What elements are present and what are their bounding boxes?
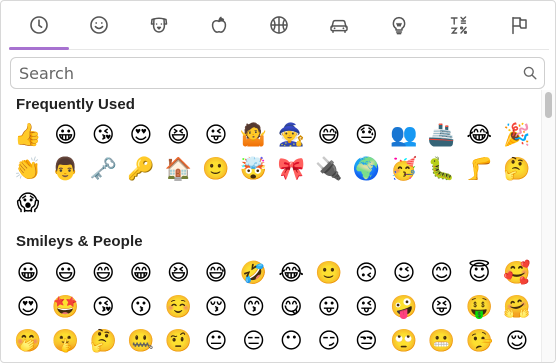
clock-icon [30, 16, 48, 34]
emoji-button[interactable]: 🤨 [160, 324, 196, 360]
emoji-button[interactable]: 🤔 [499, 152, 535, 188]
emoji-button[interactable]: 😆 [160, 256, 196, 292]
emoji-button[interactable]: 🤣 [236, 256, 272, 292]
emoji-button[interactable]: 😂 [461, 118, 497, 154]
emoji-button[interactable]: 🤔 [85, 324, 121, 360]
emoji-button[interactable]: 😇 [461, 256, 497, 292]
emoji-button[interactable]: 🤩 [48, 290, 84, 326]
emoji-button[interactable]: 😌 [499, 324, 535, 360]
tab-food[interactable] [189, 1, 249, 49]
emoji-button[interactable]: 😐 [198, 324, 234, 360]
apple-icon [211, 16, 227, 33]
emoji-button[interactable]: 😀 [48, 118, 84, 154]
emoji-button[interactable]: 😝 [424, 290, 460, 326]
emoji-button[interactable]: 😗 [123, 290, 159, 326]
emoji-button[interactable]: 🤑 [461, 290, 497, 326]
emoji-button[interactable]: 🥰 [499, 256, 535, 292]
emoji-button[interactable]: 😀 [10, 256, 46, 292]
emoji-button[interactable]: 🧙 [273, 118, 309, 154]
emoji-button[interactable]: 🙂 [311, 256, 347, 292]
emoji-button[interactable]: 🤷 [236, 118, 272, 154]
emoji-button[interactable]: 🙄 [386, 324, 422, 360]
emoji-button[interactable]: 😆 [160, 118, 196, 154]
emoji-button[interactable]: 😚 [198, 290, 234, 326]
emoji-button[interactable]: 🔌 [311, 152, 347, 188]
emoji-button[interactable]: 😜 [198, 118, 234, 154]
emoji-button[interactable]: 😄 [85, 256, 121, 292]
emoji-button[interactable]: 😶 [273, 324, 309, 360]
emoji-picker: Frequently Used 👍😀😘😍😆😜🤷🧙😅😓👥🚢😂🎉👏👨🗝️🔑🏠🙂🤯🎀🔌… [0, 0, 556, 363]
search-input[interactable] [19, 63, 509, 83]
emoji-button[interactable]: 🚢 [424, 118, 460, 154]
emoji-button[interactable]: 👥 [386, 118, 422, 154]
emoji-button[interactable]: 🎀 [273, 152, 309, 188]
emoji-button[interactable]: 😘 [85, 290, 121, 326]
emoji-button[interactable]: 😃 [48, 256, 84, 292]
emoji-button[interactable]: 🔑 [123, 152, 159, 188]
tab-recent[interactable] [9, 1, 69, 50]
tab-animals[interactable] [129, 1, 189, 49]
emoji-button[interactable]: 😍 [10, 290, 46, 326]
tab-smileys[interactable] [69, 1, 129, 49]
tab-activity[interactable] [249, 1, 309, 49]
emoji-button[interactable]: 🤥 [461, 324, 497, 360]
emoji-button[interactable]: 😉 [386, 256, 422, 292]
tab-flags[interactable] [489, 1, 549, 49]
emoji-button[interactable]: 😁 [123, 256, 159, 292]
scrollbar[interactable] [541, 90, 555, 362]
emoji-button[interactable]: 🤪 [386, 290, 422, 326]
emoji-button[interactable]: 👨 [48, 152, 84, 188]
emoji-button[interactable]: 😅 [311, 118, 347, 154]
emoji-button[interactable]: 🌍 [348, 152, 384, 188]
category-tabs [9, 1, 549, 50]
emoji-button[interactable]: 🤫 [48, 324, 84, 360]
emoji-button[interactable]: 😋 [273, 290, 309, 326]
emoji-button[interactable]: 😍 [123, 118, 159, 154]
emoji-button[interactable]: 😊 [424, 256, 460, 292]
emoji-button[interactable]: 😬 [424, 324, 460, 360]
emoji-button[interactable]: 🎉 [499, 118, 535, 154]
emoji-button[interactable]: 😛 [311, 290, 347, 326]
emoji-button[interactable]: 🤗 [499, 290, 535, 326]
section-title-frequently-used: Frequently Used [16, 96, 136, 113]
emoji-button[interactable]: 🥳 [386, 152, 422, 188]
emoji-button[interactable]: 😅 [198, 256, 234, 292]
scrollbar-thumb[interactable] [545, 92, 552, 118]
emoji-button[interactable]: 😙 [236, 290, 272, 326]
emoji-button[interactable]: 🤭 [10, 324, 46, 360]
emoji-button[interactable]: 😱 [10, 186, 46, 222]
emoji-button[interactable]: ☺️ [160, 290, 196, 326]
emoji-button[interactable]: 🙂 [198, 152, 234, 188]
emoji-button[interactable]: 😒 [348, 324, 384, 360]
flag-icon [512, 16, 527, 35]
emoji-button[interactable]: 😘 [85, 118, 121, 154]
tab-objects[interactable] [369, 1, 429, 49]
car-icon [330, 19, 348, 33]
symbols-icon [450, 16, 467, 34]
emoji-button[interactable]: 😓 [348, 118, 384, 154]
emoji-button[interactable]: 🤐 [123, 324, 159, 360]
emoji-button[interactable]: 👍 [10, 118, 46, 154]
emoji-button[interactable]: 😑 [236, 324, 272, 360]
emoji-button[interactable]: 😏 [311, 324, 347, 360]
emoji-list: Frequently Used 👍 😀 😘 😍 😆 😜 🤷 🧙 😅 😓 👥 🚢 😂 🎉 👏 👨 🗝️ 🔑 🏠 🙂 🤯 🎀 🔌… [1, 90, 540, 362]
search-icon[interactable] [523, 66, 537, 80]
emoji-button[interactable]: 🗝️ [85, 152, 121, 188]
emoji-button[interactable]: 🤯 [236, 152, 272, 188]
basketball-icon [270, 16, 288, 34]
smiley-icon [90, 16, 108, 34]
lightbulb-icon [392, 16, 406, 35]
emoji-button[interactable]: 😂 [273, 256, 309, 292]
emoji-button[interactable]: 👏 [10, 152, 46, 188]
emoji-button[interactable]: 🦵 [461, 152, 497, 188]
emoji-button[interactable]: 🏠 [160, 152, 196, 188]
emoji-button[interactable]: 😜 [348, 290, 384, 326]
search-box [10, 57, 545, 89]
emoji-button[interactable]: 🐛 [424, 152, 460, 188]
emoji-button[interactable]: 🙃 [348, 256, 384, 292]
dog-icon [150, 17, 168, 33]
tab-symbols[interactable] [429, 1, 489, 49]
section-title-smileys-people: Smileys & People [16, 233, 143, 250]
tab-travel[interactable] [309, 1, 369, 49]
